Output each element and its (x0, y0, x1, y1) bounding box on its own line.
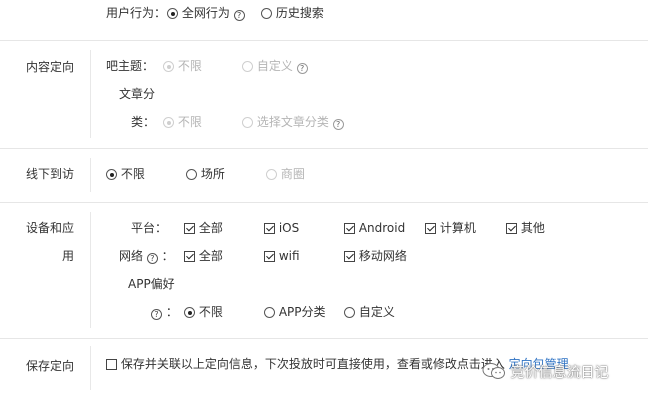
radio-button[interactable] (344, 307, 355, 318)
radio-button (163, 61, 174, 72)
radio-label: 场所 (200, 167, 225, 181)
section-label-device-app-line1: 设备和应 (26, 221, 75, 235)
checkbox-label: iOS (278, 221, 300, 235)
network-label: 网络 ? ： (119, 248, 174, 264)
checkbox[interactable] (344, 251, 355, 262)
checkbox-platform-ios[interactable]: iOS (264, 220, 299, 236)
radio-button[interactable] (184, 307, 195, 318)
radio-button[interactable] (261, 8, 272, 19)
radio-offline-unlimited[interactable]: 不限 (106, 166, 145, 182)
radio-button (266, 169, 277, 180)
section-label-save-targeting: 保存定向 (26, 359, 75, 373)
radio-button (242, 61, 253, 72)
checkbox-network-all[interactable]: 全部 (184, 248, 223, 264)
help-circle-icon[interactable]: ? (151, 309, 162, 320)
checkbox-label: 保存并关联以上定向信息，下次投放时可直接使用，查看或修改点击进入 (120, 357, 505, 371)
radio-history-search[interactable]: 历史搜索 (261, 5, 324, 21)
checkbox[interactable] (506, 223, 517, 234)
checkbox-network-wifi[interactable]: wifi (264, 248, 300, 264)
checkbox-platform-other[interactable]: 其他 (506, 220, 545, 236)
checkbox-label: 其他 (520, 221, 545, 235)
section-label-content-targeting: 内容定向 (26, 60, 75, 74)
app-preference-colon: ： (165, 305, 178, 319)
radio-article-unlimited: 不限 (163, 114, 202, 130)
section-divider (90, 50, 91, 138)
section-divider (90, 158, 91, 192)
divider (0, 148, 648, 149)
radio-offline-business-district: 商圈 (266, 166, 305, 182)
radio-button[interactable] (167, 8, 178, 19)
radio-button[interactable] (186, 169, 197, 180)
watermark-text: 竞价信息流日记 (510, 365, 609, 381)
user-behavior-label: 用户行为： (106, 6, 167, 20)
radio-label: 不限 (198, 305, 223, 319)
radio-button[interactable] (264, 307, 275, 318)
checkbox[interactable] (264, 251, 275, 262)
radio-all-network[interactable]: 全网行为 ? (167, 5, 245, 21)
help-circle-icon[interactable]: ? (332, 119, 344, 130)
checkbox-network-mobile[interactable]: 移动网络 (344, 248, 407, 264)
checkbox[interactable] (344, 223, 355, 234)
app-preference-label: APP偏好 (128, 277, 175, 291)
checkbox-label: Android (358, 221, 406, 235)
help-circle-icon[interactable]: ? (233, 10, 245, 21)
forum-topic-label: 吧主题： (106, 59, 155, 73)
network-label-text: 网络 (119, 249, 144, 263)
section-label-offline-visit: 线下到访 (26, 167, 75, 181)
radio-forum-unlimited: 不限 (163, 58, 202, 74)
radio-label: 选择文章分类 (256, 115, 329, 129)
checkbox-label: 移动网络 (358, 249, 407, 263)
checkbox-label: 计算机 (439, 221, 476, 235)
checkbox-label: 全部 (198, 249, 223, 263)
radio-label: 商圈 (280, 167, 305, 181)
checkbox-platform-computer[interactable]: 计算机 (425, 220, 476, 236)
article-category-label-line1: 文章分 (119, 87, 156, 101)
radio-app-unlimited[interactable]: 不限 (184, 304, 223, 320)
radio-label: APP分类 (278, 305, 326, 319)
radio-article-select: 选择文章分类 ? (242, 114, 344, 130)
radio-label: 不限 (120, 167, 145, 181)
wechat-icon (482, 363, 505, 379)
divider (0, 40, 648, 41)
divider (0, 202, 648, 203)
app-preference-help: ? ： (151, 304, 178, 320)
checkbox-platform-android[interactable]: Android (344, 220, 405, 236)
radio-label: 自定义 (256, 59, 293, 73)
radio-label: 全网行为 (181, 6, 230, 20)
checkbox[interactable] (106, 359, 117, 370)
radio-label: 不限 (177, 59, 202, 73)
section-divider (90, 212, 91, 328)
help-circle-icon[interactable]: ? (296, 63, 308, 74)
section-label-device-app-line2: 用 (62, 249, 75, 263)
checkbox[interactable] (184, 223, 195, 234)
watermark: 竞价信息流日记 (482, 362, 608, 381)
checkbox-label: 全部 (198, 221, 223, 235)
radio-button (242, 117, 253, 128)
checkbox-platform-all[interactable]: 全部 (184, 220, 223, 236)
section-divider (90, 346, 91, 390)
article-category-label-line2: 类： (131, 115, 156, 129)
radio-app-custom[interactable]: 自定义 (344, 304, 395, 320)
checkbox[interactable] (184, 251, 195, 262)
radio-label: 不限 (177, 115, 202, 129)
radio-label: 历史搜索 (275, 6, 324, 20)
radio-offline-venue[interactable]: 场所 (186, 166, 225, 182)
radio-forum-custom: 自定义 ? (242, 58, 308, 74)
checkbox[interactable] (264, 223, 275, 234)
platform-label: 平台： (131, 221, 168, 235)
network-colon: ： (161, 249, 174, 263)
divider (0, 338, 648, 339)
radio-app-category[interactable]: APP分类 (264, 304, 326, 320)
radio-button (163, 117, 174, 128)
help-circle-icon[interactable]: ? (146, 253, 158, 264)
radio-button[interactable] (106, 169, 117, 180)
checkbox[interactable] (425, 223, 436, 234)
checkbox-label: wifi (278, 249, 300, 263)
radio-label: 自定义 (358, 305, 395, 319)
